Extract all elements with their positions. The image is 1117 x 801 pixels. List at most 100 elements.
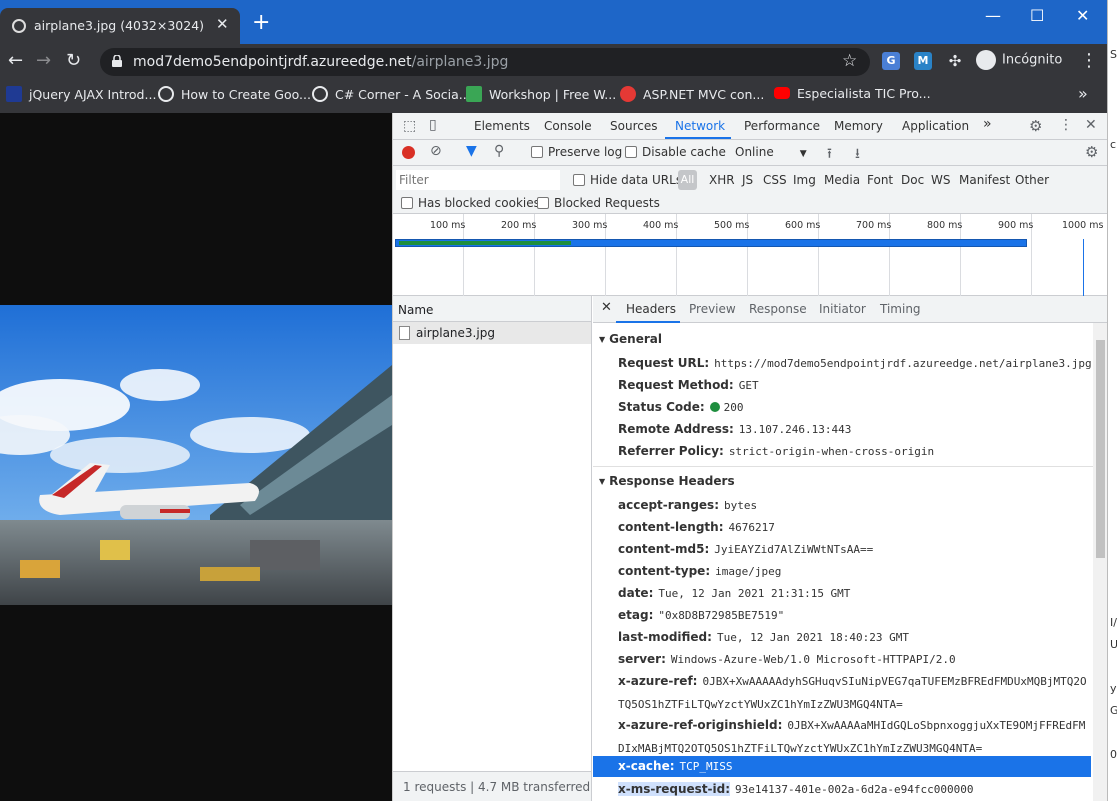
tab-headers[interactable]: Headers — [626, 302, 676, 316]
checkbox[interactable] — [573, 174, 585, 186]
disable-cache-checkbox[interactable]: Disable cache — [625, 145, 726, 159]
close-devtools-icon[interactable]: ✕ — [1085, 117, 1097, 133]
incognito-icon — [976, 50, 996, 70]
filter-ws[interactable]: WS — [931, 173, 950, 187]
maximize-button[interactable]: ☐ — [1030, 6, 1044, 25]
clear-icon[interactable]: ⊘ — [430, 143, 442, 159]
close-window-button[interactable]: ✕ — [1076, 6, 1089, 25]
filter-manifest[interactable]: Manifest — [959, 173, 1010, 187]
new-tab-button[interactable]: + — [252, 12, 270, 34]
bookmark-star-icon[interactable]: ☆ — [842, 51, 857, 71]
bookmark-item[interactable]: Workshop | Free W... — [466, 86, 616, 102]
bookmark-item[interactable]: jQuery AJAX Introd... — [6, 86, 156, 102]
filter-doc[interactable]: Doc — [901, 173, 924, 187]
import-har-icon[interactable]: ⭱ — [827, 143, 832, 167]
tab-initiator[interactable]: Initiator — [819, 302, 866, 316]
minimize-button[interactable]: — — [985, 6, 1001, 25]
more-tabs-icon[interactable]: » — [983, 116, 992, 132]
address-bar[interactable]: mod7demo5endpointjrdf.azureedge.net/airp… — [100, 48, 870, 76]
blocked-cookies-checkbox[interactable]: Has blocked cookies — [401, 196, 540, 210]
section-divider — [593, 466, 1097, 467]
tab-network[interactable]: Network — [675, 119, 725, 133]
inspect-element-icon[interactable]: ⬚ — [403, 118, 416, 134]
header-value: Tue, 12 Jan 2021 21:31:15 GMT — [658, 587, 851, 600]
header-row: content-length: 4676217 — [618, 520, 775, 534]
checkbox[interactable] — [401, 197, 413, 209]
bookmark-item[interactable]: ASP.NET MVC con... — [620, 86, 764, 102]
browser-tab[interactable]: airplane3.jpg (4032×3024) ✕ — [0, 8, 240, 44]
bookmark-item[interactable]: Especialista TIC Pro... — [774, 86, 931, 101]
tab-close-icon[interactable]: ✕ — [216, 15, 229, 33]
blocked-requests-checkbox[interactable]: Blocked Requests — [537, 196, 660, 210]
filter-img[interactable]: Img — [793, 173, 816, 187]
checkbox[interactable] — [625, 146, 637, 158]
filter-input[interactable] — [396, 170, 560, 190]
browser-menu-icon[interactable]: ⋮ — [1080, 50, 1098, 71]
back-arrow-icon[interactable]: ← — [8, 50, 23, 71]
checkbox[interactable] — [531, 146, 543, 158]
filter-css[interactable]: CSS — [763, 173, 787, 187]
incognito-indicator[interactable]: Incógnito — [976, 50, 1062, 70]
selected-header-row[interactable]: x-cache: TCP_MISS — [593, 756, 1091, 777]
filter-all-button[interactable]: All — [678, 170, 697, 190]
filter-js[interactable]: JS — [742, 173, 753, 187]
response-headers-toggle[interactable]: ▼ Response Headers — [599, 474, 735, 488]
translate-extension-icon[interactable]: G — [882, 52, 900, 70]
detail-tab-bar: ✕ Headers Preview Response Initiator Tim… — [593, 296, 1108, 323]
request-list: Name airplane3.jpg 1 requests | 4.7 MB t… — [393, 296, 592, 801]
filter-media[interactable]: Media — [824, 173, 860, 187]
active-tab-indicator — [665, 137, 731, 139]
filter-xhr[interactable]: XHR — [709, 173, 735, 187]
triangle-down-icon: ▼ — [599, 477, 606, 486]
tab-response[interactable]: Response — [749, 302, 807, 316]
hide-data-urls-checkbox[interactable]: Hide data URLs — [573, 173, 682, 187]
bookmark-label: Especialista TIC Pro... — [797, 86, 931, 101]
filter-other[interactable]: Other — [1015, 173, 1049, 187]
scrollbar-thumb[interactable] — [1096, 340, 1105, 558]
puzzle-extensions-icon[interactable]: ✣ — [946, 52, 964, 70]
reload-icon[interactable]: ↻ — [66, 50, 81, 71]
name-column-header[interactable]: Name — [393, 296, 591, 322]
network-overview-timeline[interactable]: 100 ms 200 ms 300 ms 400 ms 500 ms 600 m… — [393, 214, 1108, 296]
search-icon[interactable]: ⚲ — [494, 143, 504, 159]
table-row[interactable]: airplane3.jpg — [393, 322, 591, 344]
tab-console[interactable]: Console — [544, 119, 592, 133]
tab-timing[interactable]: Timing — [880, 302, 921, 316]
filter-funnel-icon[interactable]: ▼ — [466, 143, 477, 159]
devtools-panel: ⬚ ▯ Elements Console Sources Network Per… — [392, 113, 1108, 801]
bookmarks-bar: jQuery AJAX Introd... How to Create Goo.… — [0, 80, 1107, 113]
tick-label: 900 ms — [998, 220, 1034, 231]
bookmark-item[interactable]: C# Corner - A Socia... — [312, 86, 471, 102]
close-detail-icon[interactable]: ✕ — [601, 300, 612, 315]
tab-strip: airplane3.jpg (4032×3024) ✕ + — ☐ ✕ — [0, 0, 1107, 44]
throttling-select[interactable]: Online ▼ — [735, 145, 807, 159]
tab-elements[interactable]: Elements — [474, 119, 530, 133]
export-har-icon[interactable]: ⭳ — [855, 143, 860, 167]
header-key: server: — [618, 652, 666, 666]
network-summary: 1 requests | 4.7 MB transferred — [393, 771, 591, 801]
record-icon[interactable] — [402, 146, 415, 159]
devtools-menu-icon[interactable]: ⋮ — [1059, 117, 1073, 133]
detail-scrollbar[interactable] — [1093, 323, 1108, 801]
bookmark-item[interactable]: How to Create Goo... — [158, 86, 311, 102]
forward-arrow-icon[interactable]: → — [36, 50, 51, 71]
tick-label: 800 ms — [927, 220, 963, 231]
tab-performance[interactable]: Performance — [744, 119, 820, 133]
m-extension-icon[interactable]: M — [914, 52, 932, 70]
network-settings-gear-icon[interactable]: ⚙ — [1085, 143, 1098, 161]
tab-preview[interactable]: Preview — [689, 302, 736, 316]
settings-gear-icon[interactable]: ⚙ — [1029, 117, 1042, 135]
preserve-log-checkbox[interactable]: Preserve log — [531, 145, 622, 159]
tab-application[interactable]: Application — [902, 119, 969, 133]
jquery-icon — [6, 86, 22, 102]
header-key: Referrer Policy: — [618, 444, 724, 458]
preserve-log-label: Preserve log — [548, 145, 623, 159]
tab-memory[interactable]: Memory — [834, 119, 883, 133]
filter-font[interactable]: Font — [867, 173, 893, 187]
tab-sources[interactable]: Sources — [610, 119, 657, 133]
general-section-toggle[interactable]: ▼ General — [599, 332, 662, 346]
device-toolbar-icon[interactable]: ▯ — [429, 117, 437, 133]
bookmarks-overflow-icon[interactable]: » — [1078, 84, 1088, 103]
checkbox[interactable] — [537, 197, 549, 209]
browser-toolbar: ← → ↻ mod7demo5endpointjrdf.azureedge.ne… — [0, 44, 1107, 80]
